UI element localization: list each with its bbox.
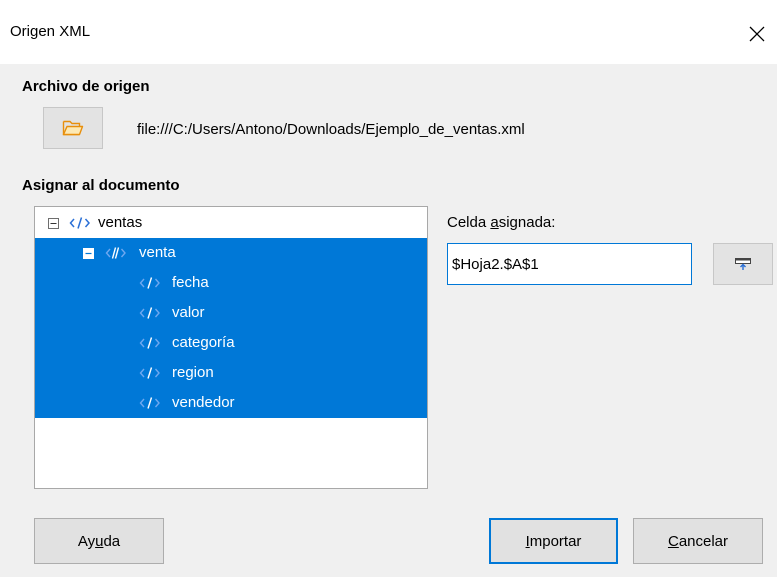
collapse-icon[interactable] bbox=[48, 218, 59, 229]
mapped-cell-input[interactable] bbox=[447, 243, 692, 285]
map-to-document-heading: Asignar al documento bbox=[22, 177, 180, 194]
cancel-button[interactable]: Cancelar bbox=[633, 518, 763, 564]
tree-item-label: fecha bbox=[172, 274, 209, 291]
shrink-dialog-icon bbox=[735, 258, 751, 270]
xml-structure-tree[interactable]: ventas venta fecha valor categoría regio… bbox=[34, 206, 428, 489]
tree-item-label: categoría bbox=[172, 334, 235, 351]
tree-item-label: vendedor bbox=[172, 394, 235, 411]
source-file-path: file:///C:/Users/Antono/Downloads/Ejempl… bbox=[137, 121, 525, 138]
tree-item-label: ventas bbox=[98, 214, 143, 231]
tree-item-label: region bbox=[172, 364, 214, 381]
mapped-cell-label: Celda asignada: bbox=[447, 214, 556, 231]
source-file-heading: Archivo de origen bbox=[22, 78, 150, 95]
window-title: Origen XML bbox=[10, 23, 91, 40]
xml-attribute-icon bbox=[139, 367, 160, 379]
title-bar: Origen XML bbox=[0, 0, 777, 64]
xml-attribute-icon bbox=[139, 397, 160, 409]
tree-item-fecha[interactable]: fecha bbox=[35, 268, 427, 298]
shrink-dialog-button[interactable] bbox=[713, 243, 773, 285]
close-icon bbox=[749, 26, 765, 42]
tree-item-vendedor[interactable]: vendedor bbox=[35, 388, 427, 418]
xml-attribute-icon bbox=[139, 277, 160, 289]
tree-item-ventas[interactable]: ventas bbox=[35, 208, 427, 238]
tree-item-venta[interactable]: venta bbox=[35, 238, 427, 268]
import-button[interactable]: Importar bbox=[489, 518, 618, 564]
close-button[interactable] bbox=[737, 14, 777, 54]
tree-item-region[interactable]: region bbox=[35, 358, 427, 388]
tree-item-valor[interactable]: valor bbox=[35, 298, 427, 328]
tree-item-categoria[interactable]: categoría bbox=[35, 328, 427, 358]
help-button[interactable]: Ay u da bbox=[34, 518, 164, 564]
collapse-icon[interactable] bbox=[83, 248, 94, 259]
tree-item-label: venta bbox=[139, 244, 176, 261]
folder-open-icon bbox=[62, 120, 84, 136]
tree-item-label: valor bbox=[172, 304, 205, 321]
xml-repeating-element-icon bbox=[105, 247, 126, 259]
xml-attribute-icon bbox=[139, 337, 160, 349]
browse-source-button[interactable] bbox=[43, 107, 103, 149]
xml-attribute-icon bbox=[139, 307, 160, 319]
xml-element-icon bbox=[69, 217, 90, 229]
